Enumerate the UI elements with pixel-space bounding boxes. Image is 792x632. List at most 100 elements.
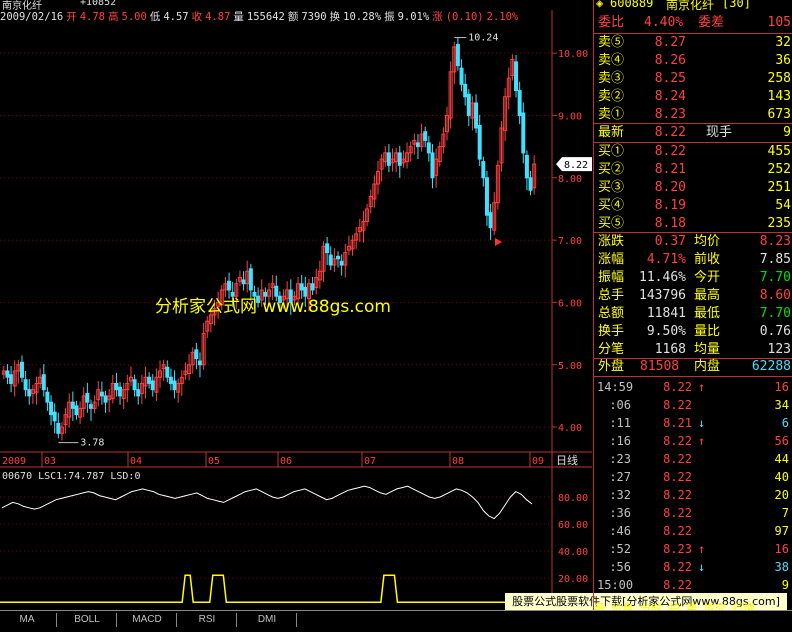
candle-body xyxy=(74,405,79,416)
ask-price: 8.23 xyxy=(654,107,686,122)
neipan-label: 内盘 xyxy=(694,359,721,374)
tick-volume: 34 xyxy=(774,398,789,412)
candle-body xyxy=(197,360,202,366)
last-price: 8.22 xyxy=(654,125,686,140)
stat-label: 涨幅 xyxy=(598,252,625,267)
candle-body xyxy=(147,376,152,384)
ask-label: 卖③ xyxy=(598,71,625,86)
weicha-label: 委差 xyxy=(698,15,725,30)
tick-volume: 16 xyxy=(774,380,789,394)
tab-ma[interactable]: MA xyxy=(0,612,57,628)
bid-row: 买⑤ 8.18 235 xyxy=(594,215,792,233)
tab-boll[interactable]: BOLL xyxy=(57,612,117,628)
tick-price: 8.22 xyxy=(663,452,692,466)
period-label: 日线 xyxy=(556,453,578,467)
stat-row: 振幅 11.46% 今开 7.70 xyxy=(594,269,792,287)
arrow-up-icon: ↑ xyxy=(698,380,706,394)
candle-body xyxy=(118,386,123,397)
tick-volume: 20 xyxy=(774,488,789,502)
tick-row: :23 8.22 44 xyxy=(594,450,792,468)
bid-volume: 252 xyxy=(767,162,791,177)
stat-label: 涨跌 xyxy=(598,234,625,249)
tick-price: 8.22 xyxy=(663,560,692,574)
price-tick-label: 9.00 xyxy=(558,111,582,122)
stat-row: 换手 9.50% 量比 0.76 xyxy=(594,323,792,341)
bid-volume: 235 xyxy=(767,216,791,231)
stat-value: 11.46% xyxy=(639,270,686,285)
arrow-down-icon: ↓ xyxy=(698,416,706,430)
tick-price: 8.22 xyxy=(663,524,692,538)
tick-price: 8.22 xyxy=(663,488,692,502)
tick-volume: 56 xyxy=(774,434,789,448)
candle-body xyxy=(165,366,170,378)
tick-volume: 40 xyxy=(774,470,789,484)
ask-row: 卖① 8.23 673 xyxy=(594,106,792,124)
bid-price: 8.22 xyxy=(654,144,686,159)
candle-body xyxy=(56,422,61,434)
tick-row: :32 8.22 20 xyxy=(594,486,792,504)
pan-row: 外盘 81508 内盘 62288 xyxy=(594,358,792,376)
stat-value: 1168 xyxy=(654,342,686,357)
stock-code: 600889 xyxy=(610,0,654,10)
quote-panel: ◈ 600889 南京化纤 [30] 委比 4.40% 委差 105 卖⑤ 8.2… xyxy=(593,0,792,614)
candle-body xyxy=(423,131,428,141)
stat-value: 11841 xyxy=(646,306,686,321)
candle-body xyxy=(172,380,177,391)
candle-body xyxy=(194,349,199,360)
tick-row: :56 8.22 ↓ 38 xyxy=(594,558,792,576)
stat-value: 7.70 xyxy=(759,270,791,285)
stat-value: 7.85 xyxy=(759,252,791,267)
date-label: 2009 xyxy=(2,456,26,467)
bid-volume: 54 xyxy=(775,198,791,213)
ask-row: 卖③ 8.25 258 xyxy=(594,70,792,88)
candle-body xyxy=(426,142,431,154)
price-tick-label: 7.00 xyxy=(558,236,582,247)
stat-row: 总额 11841 最低 7.70 xyxy=(594,305,792,323)
indicator-tick-label: 40.00 xyxy=(558,547,588,558)
price-tick-label: 5.00 xyxy=(558,361,582,372)
kline-chart-area[interactable]: 2009/02/16 开 4.78 高 5.00 低 4.57 收 4.87 量 155642 额 73… xyxy=(0,0,787,610)
tick-row: :16 8.22 ↑ 56 xyxy=(594,432,792,450)
weibi-row: 委比 4.40% 委差 105 xyxy=(594,14,792,32)
candle-body xyxy=(459,67,464,85)
ask-volume: 673 xyxy=(767,107,791,122)
candle-body xyxy=(528,177,533,191)
bid-price: 8.20 xyxy=(654,180,686,195)
tick-time: 14:59 xyxy=(597,380,634,394)
candle-body xyxy=(248,268,253,291)
tab-dmi[interactable]: DMI xyxy=(237,612,297,628)
candle-body xyxy=(339,260,344,266)
last-label: 最新 xyxy=(598,125,625,140)
tick-time: :27 xyxy=(609,470,631,484)
candle-body xyxy=(517,90,522,116)
candle-body xyxy=(477,124,482,160)
tick-time: :36 xyxy=(609,506,631,520)
indicator-tick-label: 20.00 xyxy=(558,574,588,585)
tick-time: 15:00 xyxy=(597,578,634,592)
candle-body xyxy=(455,43,460,67)
candle-body xyxy=(70,401,75,409)
xianshou-label: 现手 xyxy=(706,125,733,140)
tick-time: :23 xyxy=(609,452,631,466)
stock-period: [30] xyxy=(722,0,751,10)
stat-label: 最低 xyxy=(694,306,721,321)
tab-macd[interactable]: MACD xyxy=(117,612,177,628)
candle-body xyxy=(488,212,493,229)
stat-value: 4.71% xyxy=(646,252,686,267)
stat-label: 换手 xyxy=(598,324,625,339)
stat-value: 8.23 xyxy=(759,234,791,249)
ask-price: 8.25 xyxy=(654,71,686,86)
tick-price: 8.22 xyxy=(663,380,692,394)
tick-row: :46 8.22 97 xyxy=(594,522,792,540)
date-label: 08 xyxy=(452,456,464,467)
stat-value: 0.76 xyxy=(759,324,791,339)
candle-body xyxy=(168,376,173,384)
stat-label: 均价 xyxy=(694,234,721,249)
tick-price: 8.22 xyxy=(663,398,692,412)
candle-body xyxy=(386,152,391,166)
candle-body xyxy=(463,83,468,98)
tab-rsi[interactable]: RSI xyxy=(177,612,237,628)
candle-body xyxy=(474,102,479,129)
bid-row: 买④ 8.19 54 xyxy=(594,197,792,215)
stat-label: 前收 xyxy=(694,252,721,267)
